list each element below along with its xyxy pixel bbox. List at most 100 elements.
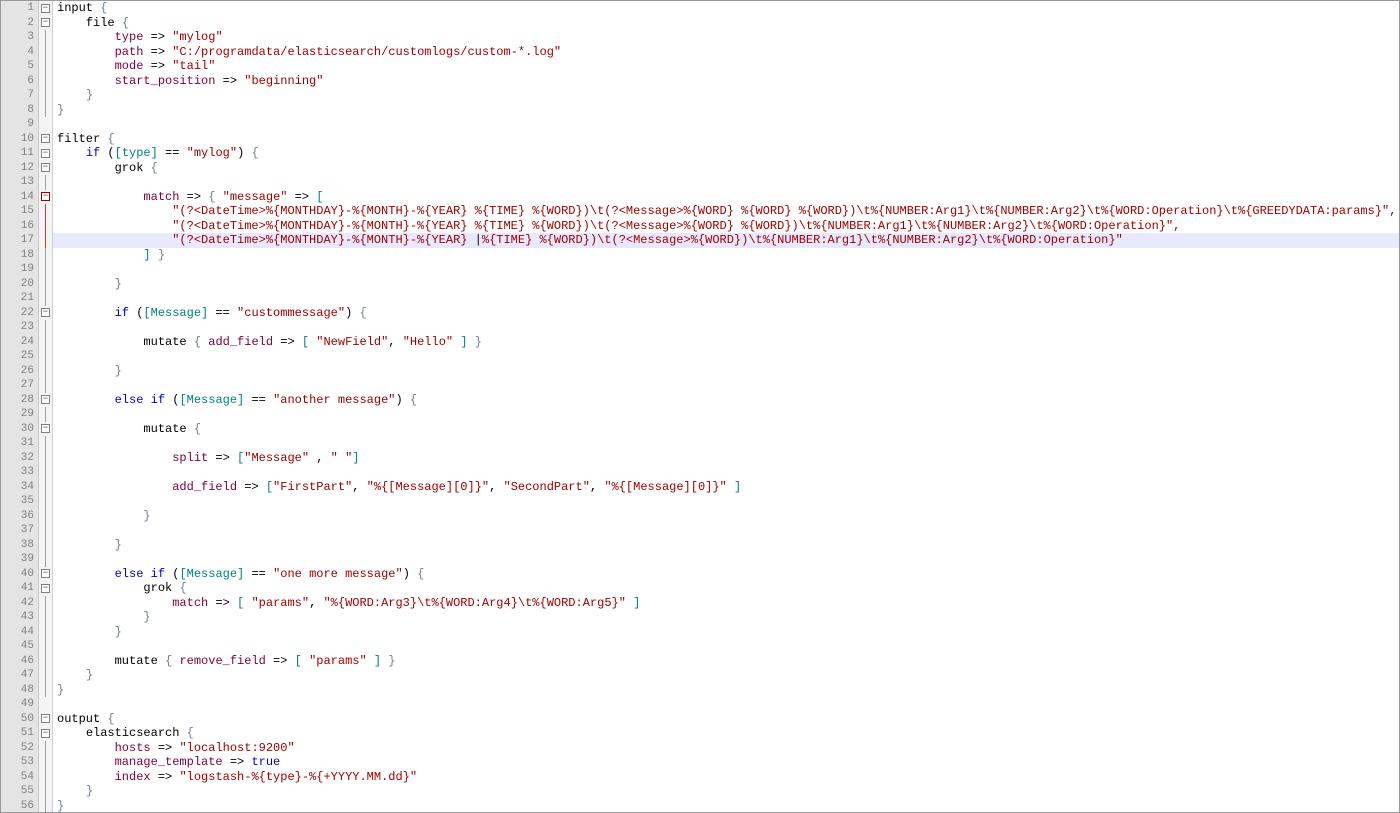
code-line[interactable]: 16 "(?<DateTime>%{MONTHDAY}-%{MONTH}-%{Y…: [1, 219, 1399, 234]
code-content[interactable]: }: [53, 509, 1399, 524]
code-content[interactable]: [53, 436, 1399, 451]
code-editor[interactable]: 1−input {2− file {3 type => "mylog"4 pat…: [0, 0, 1400, 813]
code-line[interactable]: 6 start_position => "beginning": [1, 74, 1399, 89]
code-content[interactable]: ] }: [53, 248, 1399, 263]
code-line[interactable]: 13: [1, 175, 1399, 190]
code-content[interactable]: mutate { add_field => [ "NewField", "Hel…: [53, 335, 1399, 350]
code-line[interactable]: 43 }: [1, 610, 1399, 625]
code-content[interactable]: else if ([Message] == "one more message"…: [53, 567, 1399, 582]
code-content[interactable]: [53, 320, 1399, 335]
code-content[interactable]: add_field => ["FirstPart", "%{[Message][…: [53, 480, 1399, 495]
code-content[interactable]: [53, 523, 1399, 538]
code-content[interactable]: index => "logstash-%{type}-%{+YYYY.MM.dd…: [53, 770, 1399, 785]
code-line[interactable]: 8}: [1, 103, 1399, 118]
code-line[interactable]: 53 manage_template => true: [1, 755, 1399, 770]
fold-marker[interactable]: −: [39, 190, 53, 205]
fold-marker[interactable]: −: [39, 306, 53, 321]
code-line[interactable]: 31: [1, 436, 1399, 451]
code-line[interactable]: 20 }: [1, 277, 1399, 292]
code-content[interactable]: "(?<DateTime>%{MONTHDAY}-%{MONTH}-%{YEAR…: [53, 204, 1399, 219]
code-line[interactable]: 28− else if ([Message] == "another messa…: [1, 393, 1399, 408]
code-line[interactable]: 55 }: [1, 784, 1399, 799]
code-content[interactable]: }: [53, 88, 1399, 103]
code-content[interactable]: start_position => "beginning": [53, 74, 1399, 89]
code-content[interactable]: }: [53, 668, 1399, 683]
fold-marker[interactable]: −: [39, 16, 53, 31]
code-line[interactable]: 25: [1, 349, 1399, 364]
code-line[interactable]: 45: [1, 639, 1399, 654]
code-line[interactable]: 14− match => { "message" => [: [1, 190, 1399, 205]
code-content[interactable]: grok {: [53, 161, 1399, 176]
code-content[interactable]: [53, 349, 1399, 364]
code-line[interactable]: 5 mode => "tail": [1, 59, 1399, 74]
code-line[interactable]: 26 }: [1, 364, 1399, 379]
code-line[interactable]: 50−output {: [1, 712, 1399, 727]
code-line[interactable]: 12− grok {: [1, 161, 1399, 176]
code-content[interactable]: [53, 262, 1399, 277]
code-line[interactable]: 42 match => [ "params", "%{WORD:Arg3}\t%…: [1, 596, 1399, 611]
fold-marker[interactable]: −: [39, 422, 53, 437]
code-line[interactable]: 36 }: [1, 509, 1399, 524]
code-content[interactable]: mode => "tail": [53, 59, 1399, 74]
code-content[interactable]: mutate {: [53, 422, 1399, 437]
code-line[interactable]: 29: [1, 407, 1399, 422]
code-line[interactable]: 17 "(?<DateTime>%{MONTHDAY}-%{MONTH}-%{Y…: [1, 233, 1399, 248]
code-content[interactable]: [53, 117, 1399, 132]
code-line[interactable]: 18 ] }: [1, 248, 1399, 263]
code-content[interactable]: hosts => "localhost:9200": [53, 741, 1399, 756]
code-content[interactable]: else if ([Message] == "another message")…: [53, 393, 1399, 408]
code-line[interactable]: 44 }: [1, 625, 1399, 640]
code-line[interactable]: 21: [1, 291, 1399, 306]
code-line[interactable]: 41− grok {: [1, 581, 1399, 596]
code-line[interactable]: 37: [1, 523, 1399, 538]
code-line[interactable]: 38 }: [1, 538, 1399, 553]
code-line[interactable]: 39: [1, 552, 1399, 567]
code-content[interactable]: [53, 378, 1399, 393]
fold-marker[interactable]: −: [39, 1, 53, 16]
code-content[interactable]: "(?<DateTime>%{MONTHDAY}-%{MONTH}-%{YEAR…: [53, 233, 1399, 248]
code-content[interactable]: }: [53, 364, 1399, 379]
code-content[interactable]: output {: [53, 712, 1399, 727]
code-content[interactable]: if ([Message] == "custommessage") {: [53, 306, 1399, 321]
code-content[interactable]: match => { "message" => [: [53, 190, 1399, 205]
code-line[interactable]: 9: [1, 117, 1399, 132]
code-content[interactable]: }: [53, 277, 1399, 292]
fold-marker[interactable]: −: [39, 146, 53, 161]
code-content[interactable]: }: [53, 683, 1399, 698]
code-content[interactable]: mutate { remove_field => [ "params" ] }: [53, 654, 1399, 669]
code-content[interactable]: }: [53, 538, 1399, 553]
code-line[interactable]: 15 "(?<DateTime>%{MONTHDAY}-%{MONTH}-%{Y…: [1, 204, 1399, 219]
code-content[interactable]: if ([type] == "mylog") {: [53, 146, 1399, 161]
code-line[interactable]: 54 index => "logstash-%{type}-%{+YYYY.MM…: [1, 770, 1399, 785]
code-content[interactable]: type => "mylog": [53, 30, 1399, 45]
code-content[interactable]: [53, 407, 1399, 422]
code-line[interactable]: 48}: [1, 683, 1399, 698]
code-content[interactable]: elasticsearch {: [53, 726, 1399, 741]
code-line[interactable]: 1−input {: [1, 1, 1399, 16]
code-content[interactable]: [53, 175, 1399, 190]
code-content[interactable]: filter {: [53, 132, 1399, 147]
code-line[interactable]: 52 hosts => "localhost:9200": [1, 741, 1399, 756]
code-content[interactable]: [53, 639, 1399, 654]
code-line[interactable]: 30− mutate {: [1, 422, 1399, 437]
code-line[interactable]: 3 type => "mylog": [1, 30, 1399, 45]
code-line[interactable]: 46 mutate { remove_field => [ "params" ]…: [1, 654, 1399, 669]
code-line[interactable]: 11− if ([type] == "mylog") {: [1, 146, 1399, 161]
code-line[interactable]: 51− elasticsearch {: [1, 726, 1399, 741]
code-content[interactable]: path => "C:/programdata/elasticsearch/cu…: [53, 45, 1399, 60]
code-line[interactable]: 47 }: [1, 668, 1399, 683]
code-content[interactable]: [53, 291, 1399, 306]
code-content[interactable]: "(?<DateTime>%{MONTHDAY}-%{MONTH}-%{YEAR…: [53, 219, 1399, 234]
code-line[interactable]: 2− file {: [1, 16, 1399, 31]
code-line[interactable]: 35: [1, 494, 1399, 509]
code-content[interactable]: }: [53, 799, 1399, 813]
fold-marker[interactable]: −: [39, 132, 53, 147]
code-line[interactable]: 56}: [1, 799, 1399, 813]
code-content[interactable]: input {: [53, 1, 1399, 16]
code-line[interactable]: 33: [1, 465, 1399, 480]
code-line[interactable]: 7 }: [1, 88, 1399, 103]
code-line[interactable]: 4 path => "C:/programdata/elasticsearch/…: [1, 45, 1399, 60]
code-line[interactable]: 40− else if ([Message] == "one more mess…: [1, 567, 1399, 582]
code-line[interactable]: 24 mutate { add_field => [ "NewField", "…: [1, 335, 1399, 350]
code-content[interactable]: [53, 552, 1399, 567]
